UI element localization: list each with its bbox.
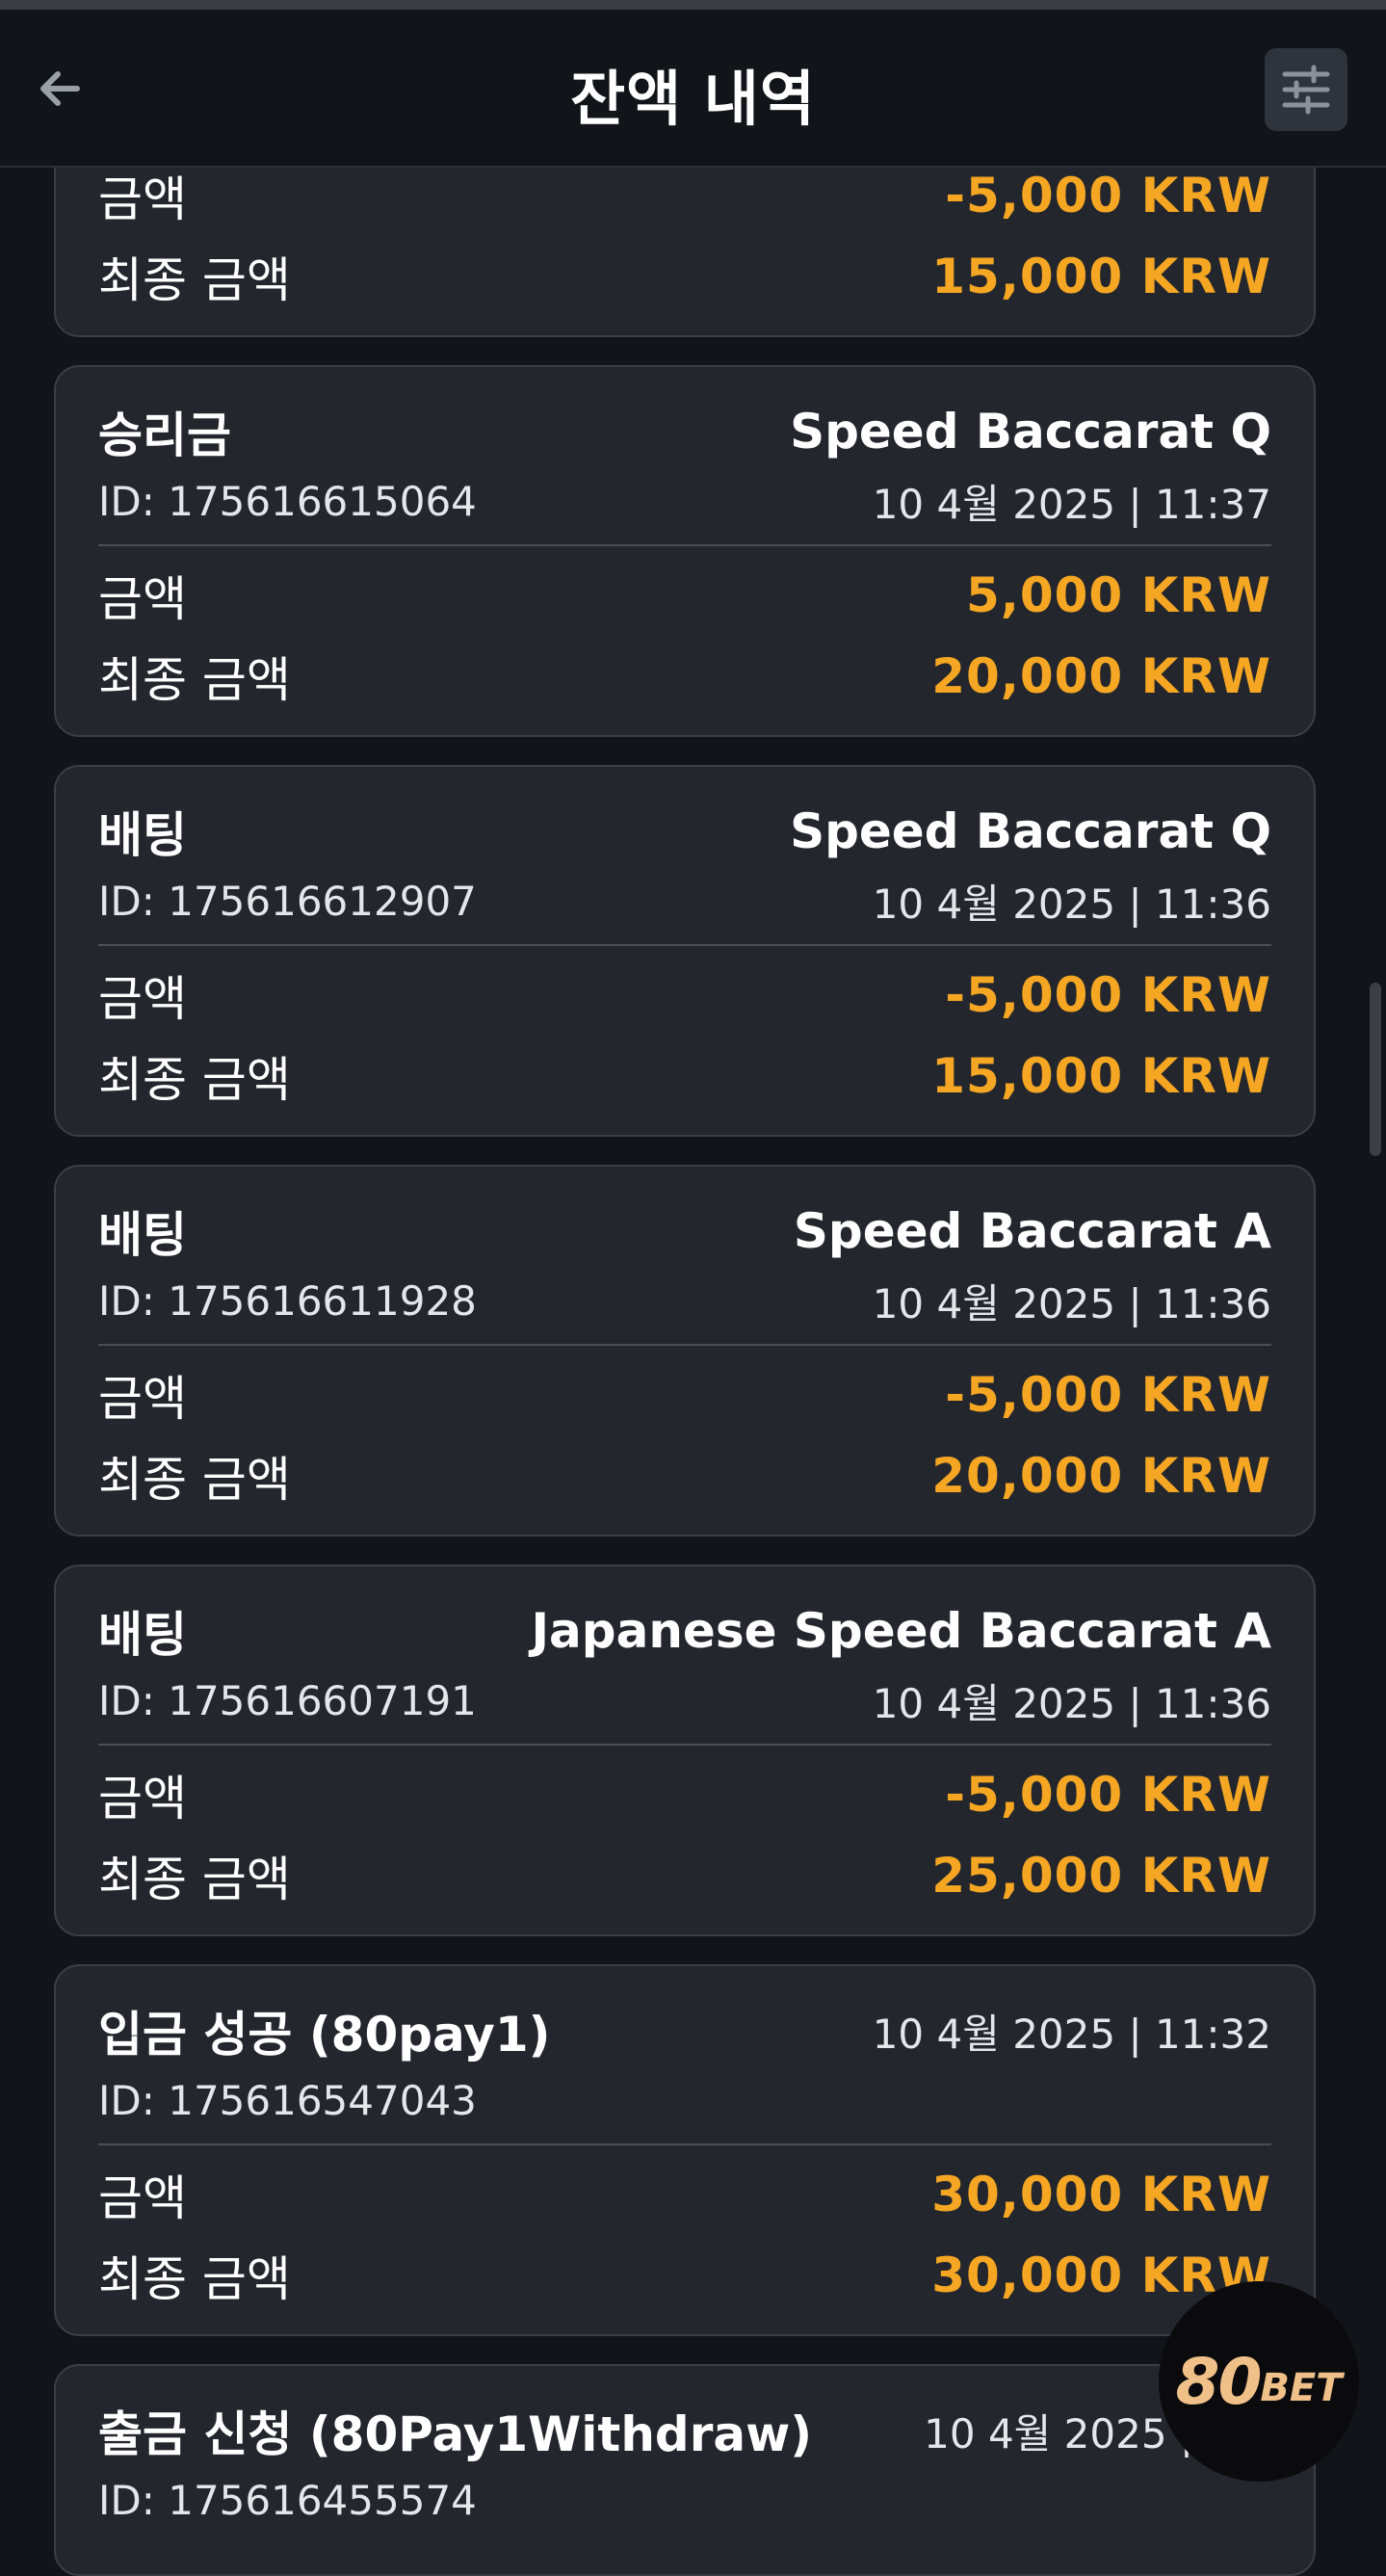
final-amount-value: 15,000 KRW [931,249,1271,304]
transaction-card[interactable]: 배팅 Speed Baccarat Q ID: 175616612907 10 … [54,765,1316,1137]
amount-label: 금액 [98,2170,187,2226]
amount-value: -5,000 KRW [945,1367,1271,1423]
card-meta-row: ID: 175616455574 [98,2469,1271,2531]
amount-row: 금액 5,000 KRW [98,562,1271,629]
card-meta-row: ID: 175616615064 10 4월 2025 | 11:37 [98,470,1271,532]
transaction-type: 배팅 [98,1207,187,1263]
card-meta-row: ID: 175616612907 10 4월 2025 | 11:36 [98,870,1271,932]
game-name: Speed Baccarat A [793,1203,1271,1259]
final-amount-value: 15,000 KRW [931,1048,1271,1104]
transaction-id: ID: 175616612907 [98,877,477,925]
card-header-row: 배팅 Japanese Speed Baccarat A [98,1597,1271,1665]
transaction-id: ID: 175616547043 [98,2076,477,2124]
transaction-date: 10 4월 2025 | 11:37 [872,480,1271,528]
final-amount-row: 최종 금액 20,000 KRW [98,1442,1271,1510]
final-amount-row: 최종 금액 30,000 KRW [98,2242,1271,2309]
page-title: 잔액 내역 [570,64,816,134]
game-name: Speed Baccarat Q [790,803,1271,859]
final-amount-label: 최종 금액 [98,2251,291,2307]
transaction-id: ID: 175616615064 [98,477,477,525]
card-header-row: 배팅 Speed Baccarat Q [98,798,1271,865]
final-amount-label: 최종 금액 [98,252,291,308]
game-name: Speed Baccarat Q [790,404,1271,460]
amount-label: 금액 [98,971,187,1027]
transaction-card[interactable]: 입금 성공 (80pay1) 10 4월 2025 | 11:32 ID: 17… [54,1964,1316,2336]
transaction-date: 10 4월 2025 | 11:36 [872,1679,1271,1727]
transaction-date: 10 4월 2025 | 11:32 [872,2010,1271,2058]
card-divider [98,944,1271,946]
transaction-id: ID: 175616611928 [98,1276,477,1325]
transaction-id: ID: 175616607191 [98,1676,477,1724]
transaction-id: ID: 175616455574 [98,2476,477,2524]
amount-label: 금액 [98,1771,187,1827]
final-amount-value: 20,000 KRW [931,1448,1271,1504]
amount-value: -5,000 KRW [945,967,1271,1023]
card-header-row: 출금 신청 (80Pay1Withdraw) 10 4월 2025 | 11: [98,2397,1271,2464]
brand-logo-button[interactable]: 80 BET [1159,2281,1359,2482]
card-divider [98,2143,1271,2145]
final-amount-label: 최종 금액 [98,1852,291,1907]
final-amount-row: 최종 금액 15,000 KRW [98,1042,1271,1110]
final-amount-label: 최종 금액 [98,1052,291,1108]
amount-row: 금액 -5,000 KRW [98,1761,1271,1828]
transaction-date: 10 4월 2025 | 11:36 [872,880,1271,928]
transaction-card[interactable]: 승리금 Speed Baccarat Q ID: 175616615064 10… [54,365,1316,737]
amount-label: 금액 [98,1371,187,1427]
amount-value: 30,000 KRW [931,2167,1271,2222]
card-meta-row: ID: 175616607191 10 4월 2025 | 11:36 [98,1669,1271,1731]
brand-logo-number: 80 [1175,2344,1263,2419]
transaction-type: 출금 신청 (80Pay1Withdraw) [98,2406,813,2462]
transaction-type: 입금 성공 (80pay1) [98,2007,551,2063]
transaction-type: 배팅 [98,1607,187,1663]
transaction-list: 금액 -5,000 KRW 최종 금액 15,000 KRW 승리금 Speed… [0,0,1386,2576]
card-meta-row: ID: 175616611928 10 4월 2025 | 11:36 [98,1270,1271,1331]
brand-logo-word: BET [1260,2366,1343,2410]
final-amount-value: 20,000 KRW [931,648,1271,704]
card-divider [98,1344,1271,1346]
card-divider [98,1744,1271,1746]
transaction-card[interactable]: 배팅 Japanese Speed Baccarat A ID: 1756166… [54,1564,1316,1936]
app-header: 잔액 내역 [0,10,1386,168]
transaction-card[interactable]: 출금 신청 (80Pay1Withdraw) 10 4월 2025 | 11: … [54,2364,1316,2576]
amount-value: -5,000 KRW [945,168,1271,223]
amount-label: 금액 [98,171,187,227]
amount-row: 금액 -5,000 KRW [98,1361,1271,1429]
game-name: Japanese Speed Baccarat A [531,1603,1271,1659]
transaction-card[interactable]: 배팅 Speed Baccarat A ID: 175616611928 10 … [54,1165,1316,1537]
amount-row: 금액 -5,000 KRW [98,162,1271,229]
status-bar-edge [0,0,1386,10]
final-amount-label: 최종 금액 [98,652,291,708]
transaction-date: 10 4월 2025 | 11:36 [872,1279,1271,1327]
final-amount-value: 25,000 KRW [931,1848,1271,1904]
amount-label: 금액 [98,571,187,627]
transaction-type: 승리금 [98,407,231,463]
final-amount-label: 최종 금액 [98,1452,291,1508]
card-header-row: 승리금 Speed Baccarat Q [98,398,1271,465]
sliders-icon [1282,65,1330,115]
card-meta-row: ID: 175616547043 [98,2069,1271,2131]
amount-value: -5,000 KRW [945,1767,1271,1823]
final-amount-row: 최종 금액 25,000 KRW [98,1842,1271,1909]
card-divider [98,544,1271,546]
transaction-type: 배팅 [98,807,187,863]
final-amount-row: 최종 금액 20,000 KRW [98,643,1271,710]
final-amount-row: 최종 금액 15,000 KRW [98,243,1271,310]
filter-button[interactable] [1265,48,1347,131]
card-header-row: 배팅 Speed Baccarat A [98,1197,1271,1265]
amount-value: 5,000 KRW [966,567,1271,623]
amount-row: 금액 30,000 KRW [98,2161,1271,2228]
scrollbar[interactable] [1370,983,1381,1156]
amount-row: 금액 -5,000 KRW [98,961,1271,1029]
card-header-row: 입금 성공 (80pay1) 10 4월 2025 | 11:32 [98,1997,1271,2064]
